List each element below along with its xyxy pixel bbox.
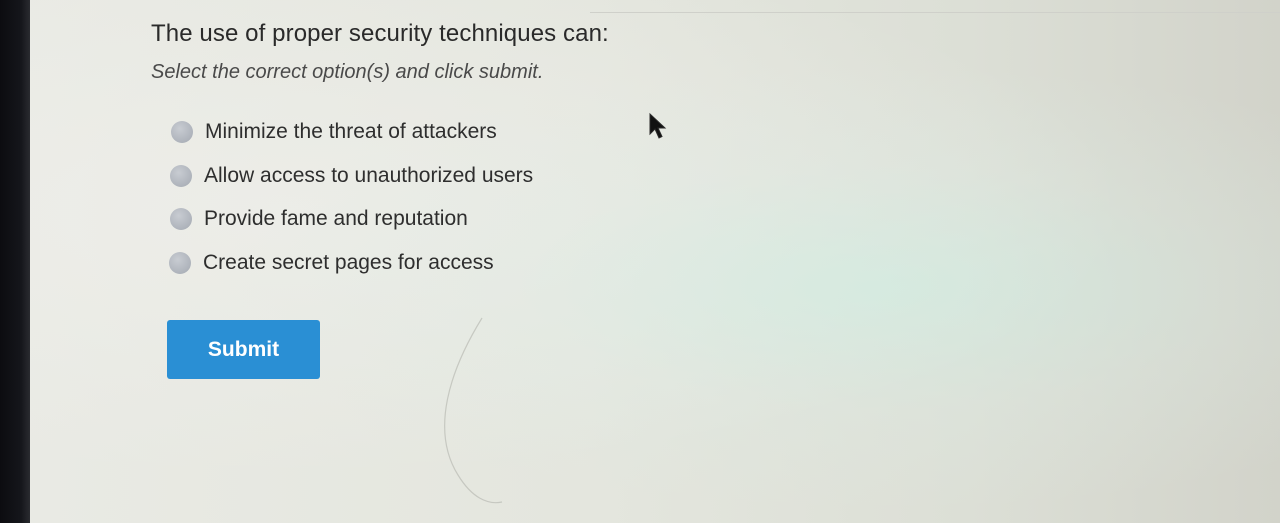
screen-reflection-line: [444, 317, 503, 504]
top-divider: [590, 0, 1280, 13]
radio-button[interactable]: [170, 165, 192, 187]
option-allow-access[interactable]: Allow access to unauthorized users: [170, 164, 533, 188]
option-minimize-threat[interactable]: Minimize the threat of attackers: [171, 120, 497, 144]
radio-button[interactable]: [169, 252, 191, 274]
radio-button[interactable]: [170, 208, 192, 230]
instruction-text: Select the correct option(s) and click s…: [151, 61, 544, 83]
option-label: Minimize the threat of attackers: [205, 120, 497, 143]
mouse-cursor-icon: [649, 112, 667, 139]
radio-button[interactable]: [171, 121, 193, 143]
option-label: Create secret pages for access: [203, 251, 494, 274]
question-text: The use of proper security techniques ca…: [151, 20, 609, 47]
option-fame-reputation[interactable]: Provide fame and reputation: [170, 207, 468, 231]
screen-bezel: [0, 0, 30, 523]
option-label: Provide fame and reputation: [204, 207, 468, 230]
option-label: Allow access to unauthorized users: [204, 164, 534, 187]
submit-button[interactable]: Submit: [167, 320, 320, 379]
option-secret-pages[interactable]: Create secret pages for access: [169, 251, 494, 275]
